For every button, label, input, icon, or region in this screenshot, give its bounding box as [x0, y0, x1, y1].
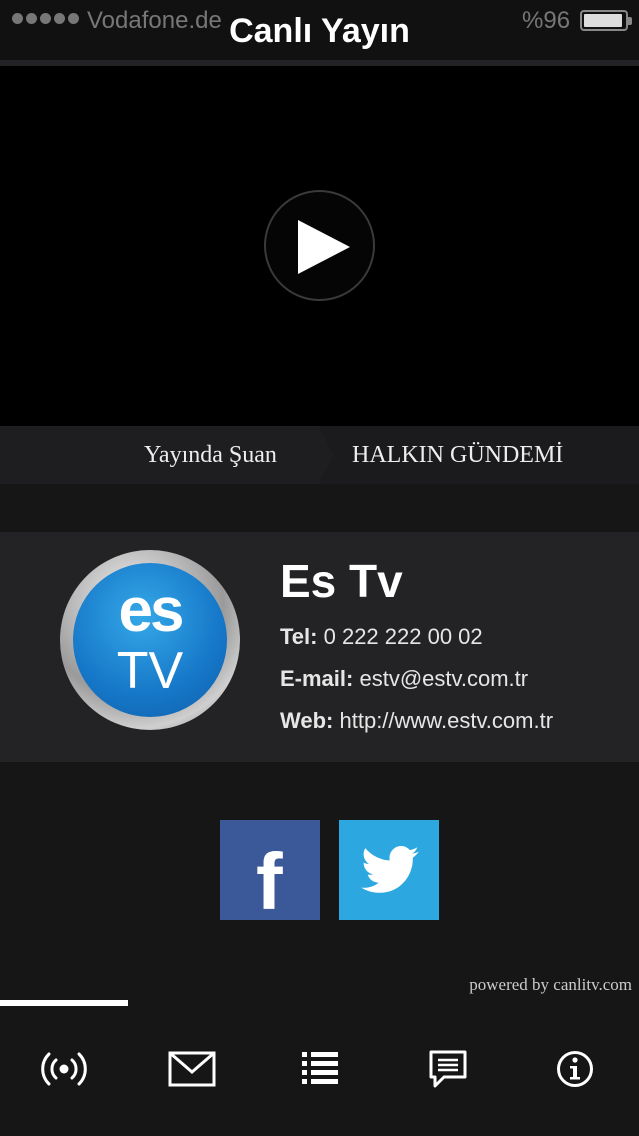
logo-text-top: es — [118, 576, 185, 645]
powered-by-text: powered by canlitv.com — [469, 975, 632, 994]
tab-comments[interactable] — [423, 1048, 473, 1090]
channel-email[interactable]: E-mail: estv@estv.com.tr — [280, 666, 528, 692]
video-player[interactable] — [0, 66, 639, 426]
chat-icon — [429, 1050, 467, 1088]
web-value[interactable]: http://www.estv.com.tr — [340, 708, 554, 733]
header-bar: Vodafone.de %96 Canlı Yayın — [0, 0, 639, 60]
page-title: Canlı Yayın — [229, 12, 410, 50]
info-icon — [557, 1051, 593, 1087]
broadcast-icon — [41, 1052, 87, 1086]
mail-icon — [168, 1051, 216, 1087]
twitter-button[interactable] — [339, 820, 439, 920]
email-label: E-mail: — [280, 666, 354, 691]
facebook-icon: f — [256, 837, 283, 920]
now-playing-show: HALKIN GÜNDEMİ — [352, 442, 564, 468]
phone-label: Tel: — [280, 624, 318, 649]
list-icon — [302, 1052, 338, 1084]
facebook-button[interactable]: f — [220, 820, 320, 920]
tab-list[interactable] — [295, 1048, 345, 1090]
twitter-icon — [361, 846, 419, 893]
tab-live[interactable] — [39, 1048, 89, 1090]
now-playing-bar: Yayında Şuan HALKIN GÜNDEMİ — [0, 426, 639, 484]
phone-value[interactable]: 0 222 222 00 02 — [324, 624, 483, 649]
tab-mail[interactable] — [167, 1048, 217, 1090]
tab-info[interactable] — [550, 1048, 600, 1090]
web-label: Web: — [280, 708, 334, 733]
channel-logo: es TV — [60, 550, 240, 730]
play-button[interactable] — [264, 190, 375, 301]
channel-web[interactable]: Web: http://www.estv.com.tr — [280, 708, 553, 734]
email-value[interactable]: estv@estv.com.tr — [359, 666, 528, 691]
now-playing-arrow — [318, 426, 334, 484]
channel-logo-inner: es TV — [73, 563, 227, 717]
channel-phone[interactable]: Tel: 0 222 222 00 02 — [280, 624, 483, 650]
channel-name: Es Tv — [280, 555, 403, 607]
now-playing-label: Yayında Şuan — [144, 442, 277, 468]
tab-bar — [0, 1000, 639, 1136]
channel-info-card: es TV Es Tv Tel: 0 222 222 00 02 E-mail:… — [0, 532, 639, 762]
logo-text-bottom: TV — [116, 642, 184, 700]
play-icon — [298, 220, 350, 274]
